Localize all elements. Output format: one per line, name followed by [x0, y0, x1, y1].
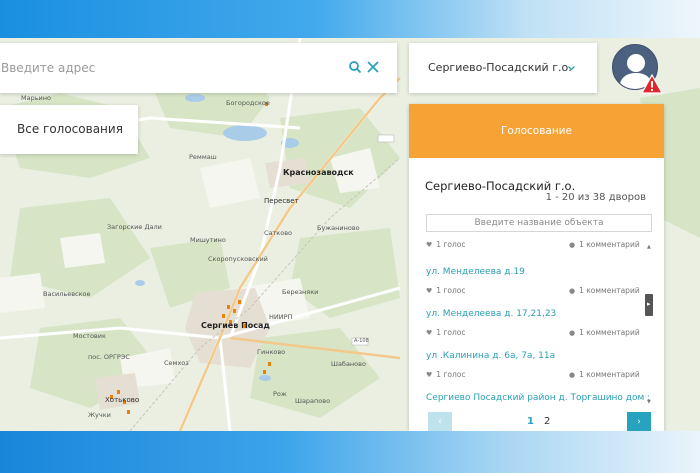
next-page-button[interactable]: › — [627, 412, 651, 431]
map-label-ginkovo: Гинково — [257, 348, 286, 356]
list-item-name[interactable]: Сергиево Посадский район д. Торгашино до… — [426, 393, 649, 403]
page-2-link[interactable]: 2 — [544, 416, 550, 427]
map-label-remmash: Реммаш — [189, 153, 217, 161]
map-label-vasilevskoe: Васильевское — [43, 290, 91, 298]
map-label-orrt: пос. ОРГРЭС — [88, 353, 130, 361]
voting-panel-header: Голосование — [409, 104, 664, 158]
comment-icon: ● — [569, 371, 576, 379]
map-label-bogorodskoe: Богородское — [226, 99, 270, 107]
district-select[interactable]: Сергиево-Посадский г.о. — [409, 43, 597, 93]
heart-icon: ♥ — [426, 241, 433, 249]
map-label-semhoz: Семхоз — [164, 359, 189, 367]
prev-page-button[interactable]: ‹ — [428, 412, 452, 431]
map-label-khotkovo: Хотьково — [105, 396, 140, 404]
bottom-banner — [0, 431, 700, 473]
address-search-box — [0, 43, 397, 93]
list-scrollbar[interactable]: ▲ ▼ — [647, 244, 653, 407]
map-label-sergiev-posad: Сергиев Посад — [201, 321, 270, 330]
list-item-name[interactable]: ул .Калинина д. 6а, 7а, 11а — [426, 351, 555, 361]
voting-panel-header-title: Голосование — [501, 125, 572, 137]
heart-icon: ♥ — [426, 371, 433, 379]
comment-icon: ● — [569, 241, 576, 249]
map-label-satkovo: Сатково — [264, 229, 293, 237]
map-label-shabanovo: Шабаново — [331, 360, 366, 368]
chevron-down-icon — [568, 66, 575, 71]
map-label-mishutino: Мишутино — [190, 236, 226, 244]
search-icon[interactable] — [348, 60, 362, 74]
map-label-zagorskie-dali: Загорские Дали — [107, 223, 162, 231]
map-label-sharapovo: Шарапово — [295, 397, 331, 405]
map-label-mostovik: Мостовик — [73, 332, 106, 340]
map-label-rozh: Рож — [273, 390, 287, 398]
map-label-zhuchki: Жучки — [88, 411, 111, 419]
chevron-right-icon: ▸ — [647, 300, 651, 308]
comment-icon: ● — [569, 287, 576, 295]
warning-icon — [641, 74, 663, 94]
map-label-buzhaninovo: Бужаниново — [317, 224, 360, 232]
all-votes-label: Все голосования — [17, 122, 123, 136]
object-search-input[interactable] — [426, 214, 652, 232]
map-label-peresvet: Пересвет — [264, 197, 299, 205]
map-label-bereznyaki: Березняки — [282, 288, 319, 296]
clear-icon[interactable] — [366, 60, 380, 74]
panel-result-count: 1 - 20 из 38 дворов — [545, 192, 646, 203]
list-item-comments: ● 1 комментарий — [569, 328, 640, 337]
pagination: ‹ 1 2 › — [409, 412, 664, 431]
top-banner — [0, 0, 700, 38]
map-label-marino: Марьино — [21, 94, 51, 102]
panel-collapse-handle[interactable]: ▸ — [645, 294, 653, 316]
comment-icon: ● — [569, 329, 576, 337]
voting-panel: Голосование Сергиево-Посадский г.о. 1 - … — [409, 104, 664, 431]
map-label-krasnozavodsk: Краснозаводск — [283, 168, 354, 177]
list-item-votes: ♥ 1 голос — [426, 286, 466, 295]
heart-icon: ♥ — [426, 329, 433, 337]
address-search-input[interactable] — [0, 57, 330, 79]
map-label-niipp: НИИРП — [269, 313, 293, 321]
page-1-link[interactable]: 1 — [527, 416, 534, 427]
scroll-up-icon[interactable]: ▲ — [647, 244, 651, 250]
list-item-votes: ♥ 1 голос — [426, 240, 466, 249]
list-item-votes: ♥ 1 голос — [426, 370, 466, 379]
list-item-name[interactable]: ул. Менделеева д.19 — [426, 267, 525, 277]
district-select-value: Сергиево-Посадский г.о. — [428, 61, 572, 74]
list-item-name[interactable]: ул. Менделеева д. 17,21,23 — [426, 309, 556, 319]
list-item-comments: ● 1 комментарий — [569, 240, 640, 249]
list-item-comments: ● 1 комментарий — [569, 286, 640, 295]
scroll-down-icon[interactable]: ▼ — [647, 399, 651, 405]
list-item-votes: ♥ 1 голос — [426, 328, 466, 337]
map-road-shield: А-108 — [354, 338, 369, 344]
all-votes-button[interactable]: Все голосования — [0, 105, 138, 154]
heart-icon: ♥ — [426, 287, 433, 295]
list-item-comments: ● 1 комментарий — [569, 370, 640, 379]
panel-district-title: Сергиево-Посадский г.о. — [425, 179, 576, 193]
voting-list[interactable]: ♥ 1 голос ● 1 комментарий ул. Менделеева д… — [409, 239, 649, 409]
map-label-skoropusk: Скоропусковский — [208, 255, 268, 263]
